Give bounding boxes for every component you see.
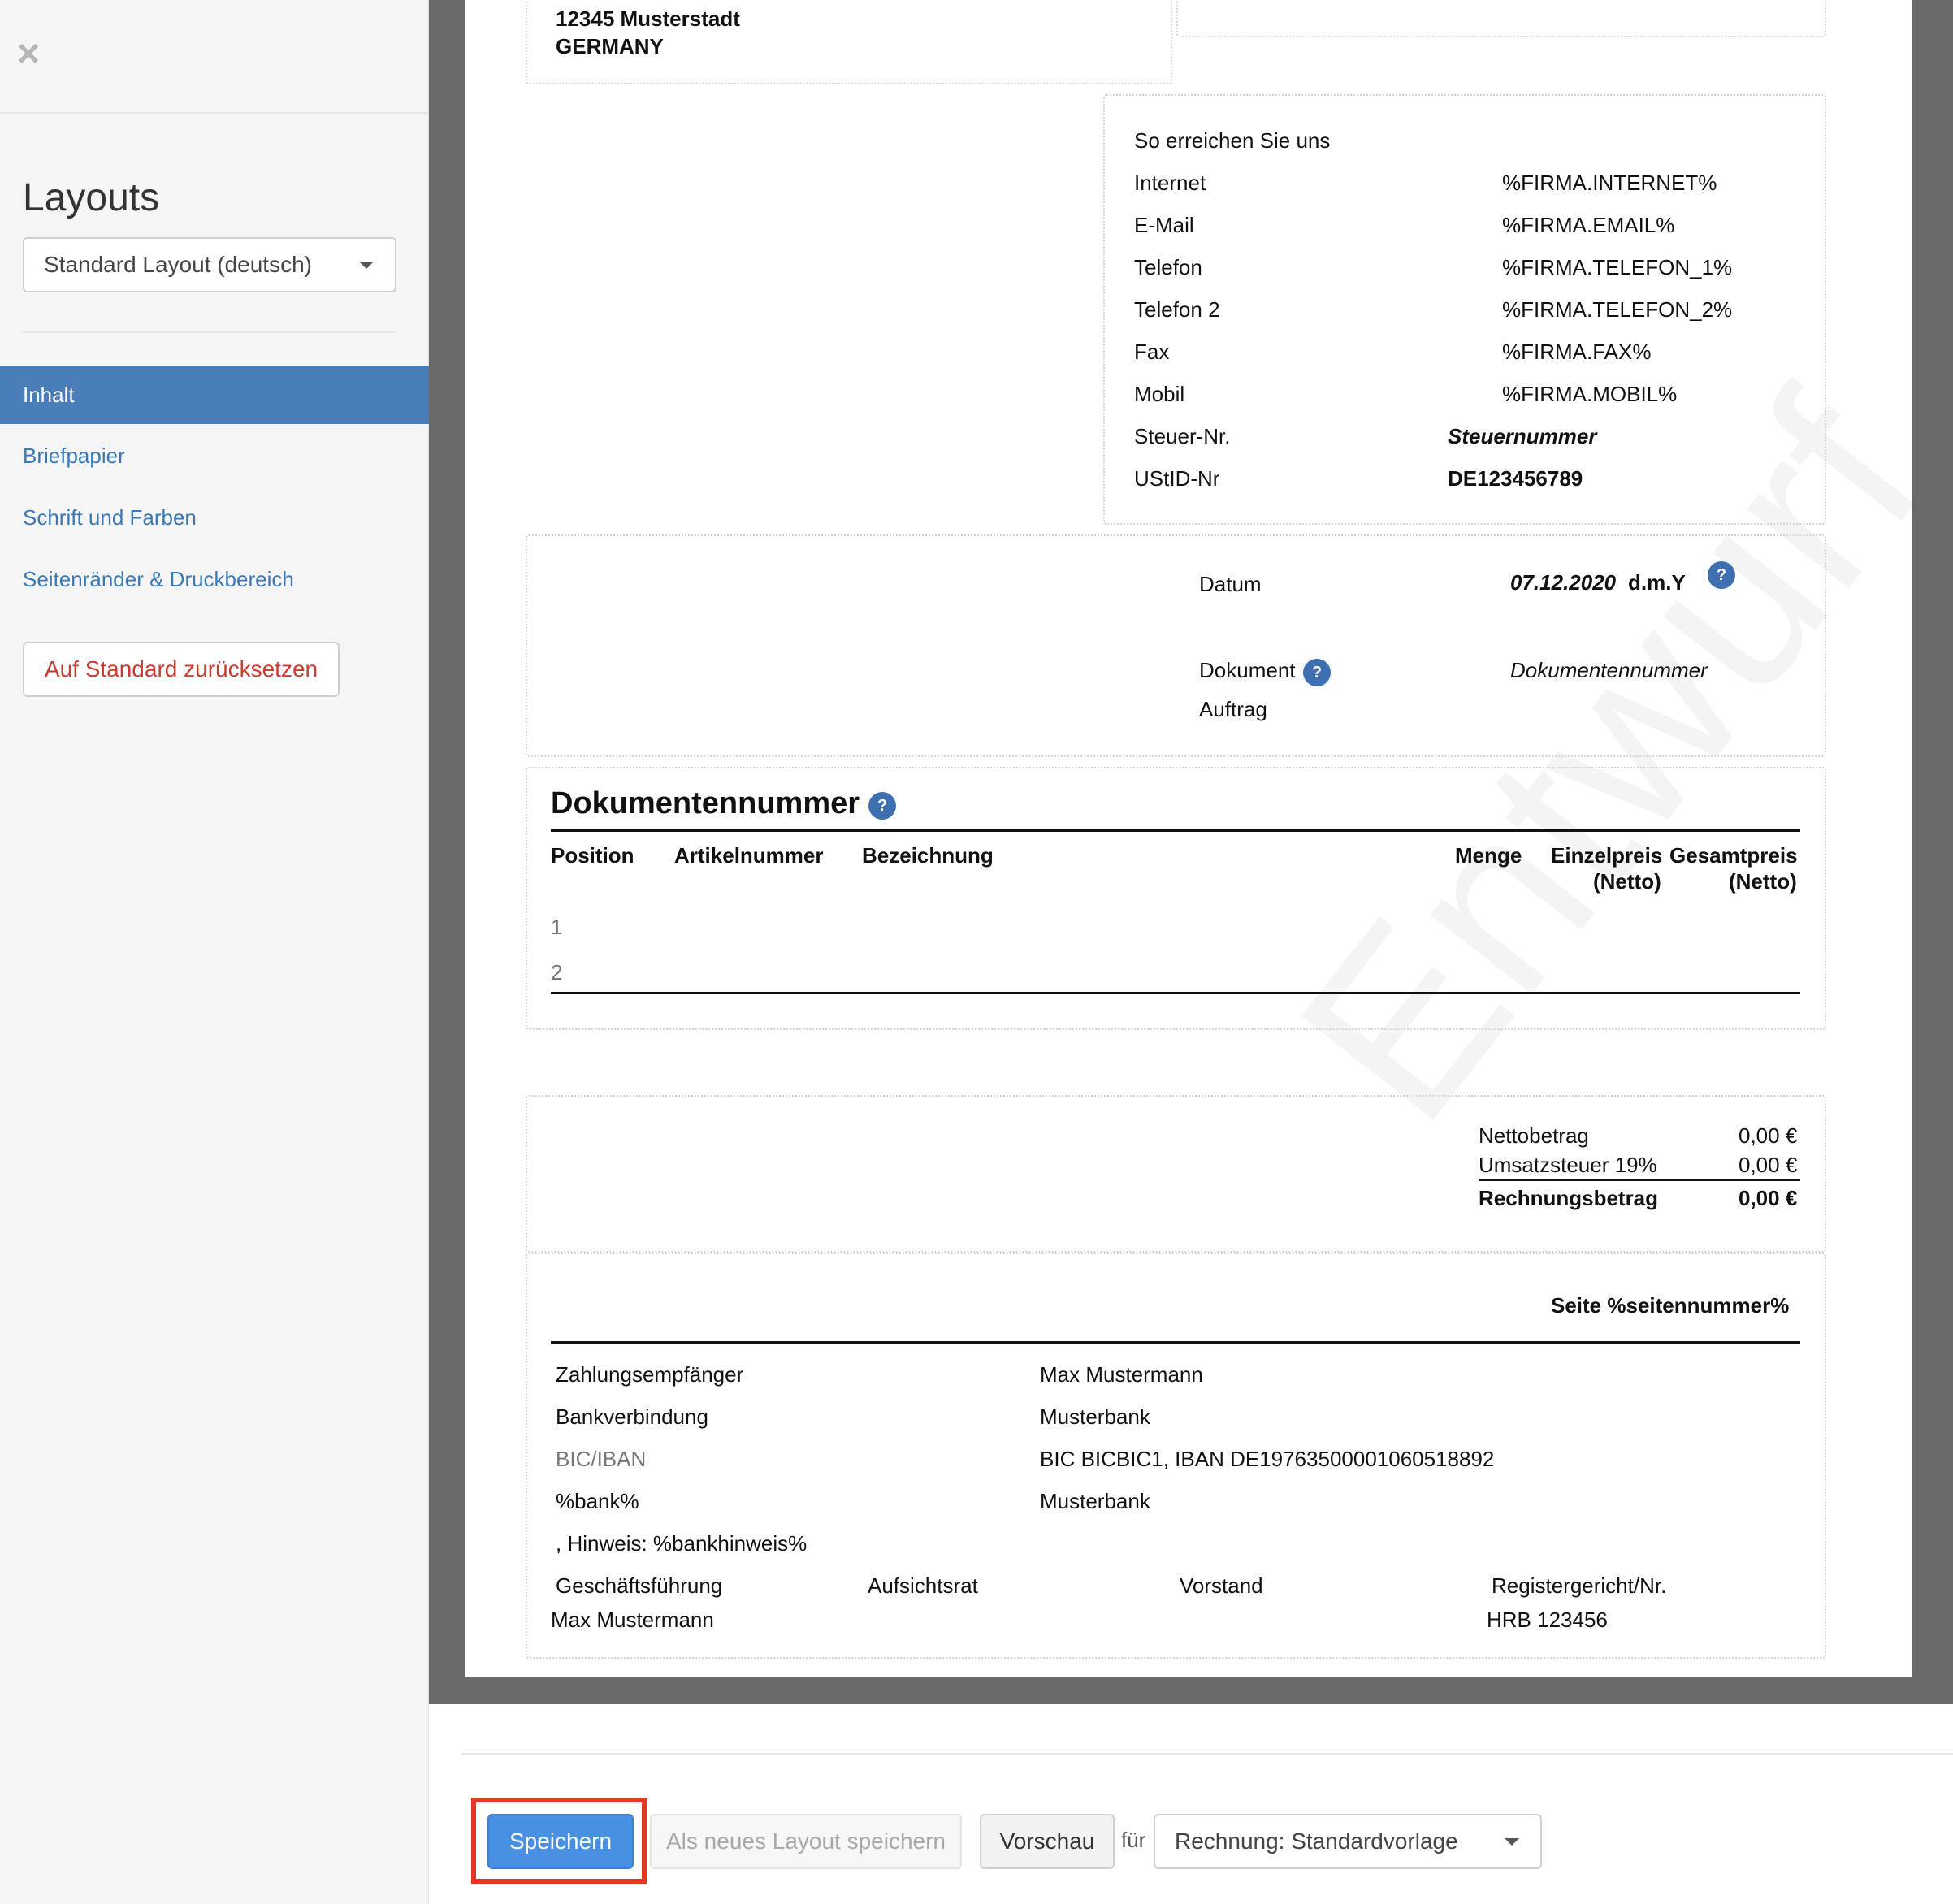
col-position: Position	[551, 843, 634, 868]
divider	[551, 992, 1800, 994]
netto-label: Nettobetrag	[1479, 1123, 1589, 1148]
gesamt-value: 0,00 €	[1739, 1186, 1798, 1210]
contact-value: %FIRMA.INTERNET%	[1502, 171, 1717, 195]
aufsichtsrat-label: Aufsichtsrat	[868, 1573, 978, 1598]
ust-value: 0,00 €	[1739, 1153, 1798, 1177]
save-as-new-layout-button[interactable]: Als neues Layout speichern	[650, 1814, 962, 1869]
sidebar-item-schrift-und-farben[interactable]: Schrift und Farben	[0, 488, 429, 547]
highlight-box	[471, 1798, 647, 1884]
template-select[interactable]: Rechnung: Standardvorlage	[1154, 1814, 1542, 1869]
footer-label: %bank%	[556, 1489, 639, 1513]
footer-label: Bankverbindung	[556, 1404, 708, 1429]
datum-label: Datum	[1199, 572, 1262, 596]
datum-value: 07.12.2020	[1510, 570, 1617, 595]
contact-label: Telefon	[1134, 255, 1202, 279]
info-block[interactable]	[1176, 0, 1826, 37]
template-select-value: Rechnung: Standardvorlage	[1175, 1828, 1458, 1854]
preview-button[interactable]: Vorschau	[980, 1814, 1115, 1869]
document-title: Dokumentennummer	[551, 786, 860, 820]
col-artikelnummer: Artikelnummer	[674, 843, 824, 868]
dokument-value: Dokumentennummer	[1510, 658, 1708, 682]
netto-value: 0,00 €	[1739, 1123, 1798, 1148]
divider	[23, 331, 396, 333]
sidebar-item-inhalt[interactable]: Inhalt	[0, 366, 429, 424]
contact-value: %FIRMA.FAX%	[1502, 340, 1652, 364]
address-city: 12345 Musterstadt	[556, 6, 740, 31]
table-row: 1	[551, 915, 563, 939]
table-row: 2	[551, 960, 563, 984]
register-label: Registergericht/Nr.	[1492, 1573, 1667, 1598]
contact-value: %FIRMA.TELEFON_1%	[1502, 255, 1733, 279]
geschaeftsfuehrung-value: Max Mustermann	[551, 1608, 714, 1632]
document-meta-block[interactable]	[526, 534, 1826, 757]
footer-label: BIC/IBAN	[556, 1447, 647, 1471]
footer-value: Musterbank	[1040, 1489, 1150, 1513]
chevron-down-icon	[1505, 1838, 1519, 1846]
for-label: für	[1121, 1828, 1146, 1852]
gesamt-label: Rechnungsbetrag	[1479, 1186, 1659, 1210]
layout-select-value: Standard Layout (deutsch)	[44, 252, 312, 277]
divider	[551, 829, 1800, 832]
col-gesamtpreis-netto: (Netto)	[1729, 869, 1797, 894]
contact-label: Mobil	[1134, 382, 1185, 406]
tax-number: Steuernummer	[1448, 424, 1597, 448]
divider	[461, 1753, 1953, 1755]
geschaeftsfuehrung-label: Geschäftsführung	[556, 1573, 723, 1598]
footer-value: BIC BICBIC1, IBAN DE19763500001060518892	[1040, 1447, 1495, 1471]
contact-value: %FIRMA.EMAIL%	[1502, 213, 1675, 237]
col-einzelpreis-netto: (Netto)	[1593, 869, 1661, 894]
sidebar-title: Layouts	[23, 176, 160, 219]
register-value: HRB 123456	[1487, 1608, 1608, 1632]
datum-format: d.m.Y	[1628, 570, 1686, 595]
document-page: Entwurf 12345 Musterstadt GERMANY So err…	[465, 0, 1953, 1677]
footer-hinweis: , Hinweis: %bankhinweis%	[556, 1531, 808, 1556]
footer-value: Musterbank	[1040, 1404, 1150, 1429]
footer-value: Max Mustermann	[1040, 1362, 1203, 1387]
vat-id: DE123456789	[1448, 466, 1583, 491]
contact-heading: So erreichen Sie uns	[1134, 128, 1331, 153]
dokument-label: Dokument	[1199, 658, 1296, 682]
contact-label: Internet	[1134, 171, 1206, 195]
contact-label: UStID-Nr	[1134, 466, 1220, 491]
contact-label: Fax	[1134, 340, 1170, 364]
help-icon[interactable]: ?	[1708, 561, 1735, 589]
chevron-down-icon	[359, 262, 374, 269]
ust-label: Umsatzsteuer 19%	[1479, 1153, 1657, 1177]
sidebar-item-briefpapier[interactable]: Briefpapier	[0, 426, 429, 485]
divider	[551, 1341, 1800, 1344]
contact-label: Telefon 2	[1134, 297, 1220, 322]
divider	[1479, 1179, 1800, 1181]
address-country: GERMANY	[556, 34, 664, 58]
layout-select[interactable]: Standard Layout (deutsch)	[23, 237, 396, 292]
divider	[0, 112, 429, 114]
help-icon[interactable]: ?	[1303, 659, 1331, 686]
contact-label: E-Mail	[1134, 213, 1194, 237]
col-gesamtpreis: Gesamtpreis	[1669, 843, 1798, 868]
footer-label: Zahlungsempfänger	[556, 1362, 744, 1387]
sidebar-item-seitenraender[interactable]: Seitenränder & Druckbereich	[0, 550, 429, 608]
help-icon[interactable]: ?	[868, 792, 896, 820]
col-bezeichnung: Bezeichnung	[862, 843, 994, 868]
contact-value: %FIRMA.TELEFON_2%	[1502, 297, 1733, 322]
page-number: Seite %seitennummer%	[1551, 1293, 1790, 1318]
close-icon[interactable]: ×	[15, 35, 42, 74]
auftrag-label: Auftrag	[1199, 697, 1267, 721]
reset-to-default-button[interactable]: Auf Standard zurücksetzen	[23, 642, 340, 697]
vorstand-label: Vorstand	[1180, 1573, 1263, 1598]
contact-label: Steuer-Nr.	[1134, 424, 1231, 448]
contact-value: %FIRMA.MOBIL%	[1502, 382, 1678, 406]
sidebar: × Layouts Standard Layout (deutsch) Inha…	[0, 0, 429, 1904]
col-einzelpreis: Einzelpreis	[1551, 843, 1663, 868]
col-menge: Menge	[1455, 843, 1522, 868]
